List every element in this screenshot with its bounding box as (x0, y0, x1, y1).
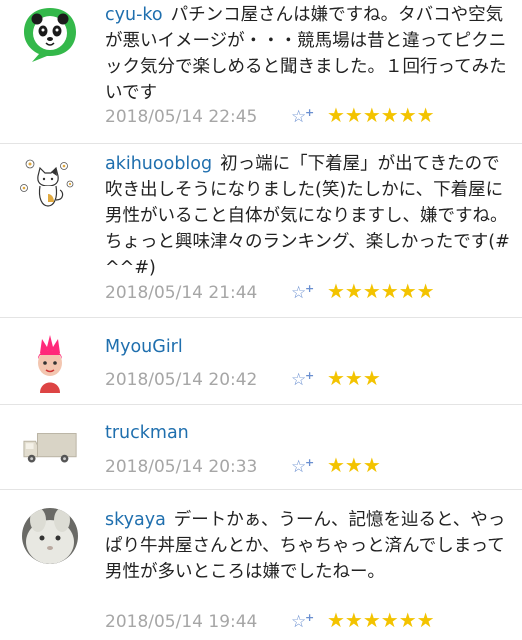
comment-username[interactable]: truckman (105, 423, 189, 443)
comment-date: 2018/05/14 20:33 (105, 457, 258, 477)
comment-body: truckman (105, 420, 510, 446)
star-rating: ★★★★★★ (327, 103, 435, 127)
comment-username[interactable]: MyouGirl (105, 337, 183, 357)
comment-item: skyaya デートかぁ、うーん、記憶を辿ると、やっぱり牛丼屋さんとか、ちゃちゃっ… (0, 490, 522, 640)
comment-text-block: cyu-ko パチンコ屋さんは嫌ですね。タバコや空気が悪いイメージが・・・競馬場は… (105, 2, 510, 106)
comment-username[interactable]: skyaya (105, 510, 166, 530)
comment-date: 2018/05/14 20:42 (105, 370, 258, 390)
comment-item: MyouGirl 2018/05/14 20:42 ☆ + ★★★ (0, 318, 522, 405)
comment-meta: 2018/05/14 19:44 ☆ + ★★★★★★ (105, 608, 435, 632)
comment-list: cyu-ko パチンコ屋さんは嫌ですね。タバコや空気が悪いイメージが・・・競馬場は… (0, 0, 522, 640)
comment-meta: 2018/05/14 20:33 ☆ + ★★★ (105, 453, 381, 477)
comment-date: 2018/05/14 22:45 (105, 107, 258, 127)
like-star-plus-icon[interactable]: ☆ + (291, 105, 317, 129)
comment-item: cyu-ko パチンコ屋さんは嫌ですね。タバコや空気が悪いイメージが・・・競馬場は… (0, 0, 522, 144)
star-rating: ★★★★★★ (327, 608, 435, 632)
comment-date: 2018/05/14 21:44 (105, 283, 258, 303)
comment-item: truckman 2018/05/14 20:33 ☆ + ★★★ (0, 405, 522, 490)
comment-meta: 2018/05/14 22:45 ☆ + ★★★★★★ (105, 103, 435, 127)
comment-body: akihuooblog 初っ端に「下着屋」が出てきたので吹き出しそうになりました(… (105, 151, 510, 281)
comment-meta: 2018/05/14 20:42 ☆ + ★★★ (105, 366, 381, 390)
star-rating: ★★★ (327, 366, 381, 390)
comment-text-block: truckman (105, 420, 510, 446)
truck-avatar-icon[interactable] (22, 419, 80, 479)
like-star-plus-icon[interactable]: ☆ + (291, 610, 317, 634)
rabbit-photo-avatar-icon[interactable] (20, 506, 80, 566)
cat-avatar-icon[interactable] (20, 154, 80, 214)
like-star-plus-icon[interactable]: ☆ + (291, 368, 317, 392)
comment-body: cyu-ko パチンコ屋さんは嫌ですね。タバコや空気が悪いイメージが・・・競馬場は… (105, 2, 510, 106)
comment-meta: 2018/05/14 21:44 ☆ + ★★★★★★ (105, 279, 435, 303)
comment-body: MyouGirl (105, 334, 510, 360)
comment-text: パチンコ屋さんは嫌ですね。タバコや空気が悪いイメージが・・・競馬場は昔と違ってピ… (105, 5, 507, 103)
like-star-plus-icon[interactable]: ☆ + (291, 281, 317, 305)
comment-item: akihuooblog 初っ端に「下着屋」が出てきたので吹き出しそうになりました(… (0, 144, 522, 318)
like-star-plus-icon[interactable]: ☆ + (291, 455, 317, 479)
comment-body: skyaya デートかぁ、うーん、記憶を辿ると、やっぱり牛丼屋さんとか、ちゃちゃっ… (105, 507, 510, 585)
comment-text-block: akihuooblog 初っ端に「下着屋」が出てきたので吹き出しそうになりました(… (105, 151, 510, 281)
comment-username[interactable]: cyu-ko (105, 5, 163, 25)
star-rating: ★★★★★★ (327, 279, 435, 303)
panda-avatar-icon[interactable] (20, 4, 80, 64)
comment-text-block: skyaya デートかぁ、うーん、記憶を辿ると、やっぱり牛丼屋さんとか、ちゃちゃっ… (105, 507, 510, 585)
pink-hair-girl-avatar-icon[interactable] (20, 333, 80, 393)
comment-username[interactable]: akihuooblog (105, 154, 212, 174)
comment-date: 2018/05/14 19:44 (105, 612, 258, 632)
comment-text-block: MyouGirl (105, 334, 510, 360)
star-rating: ★★★ (327, 453, 381, 477)
